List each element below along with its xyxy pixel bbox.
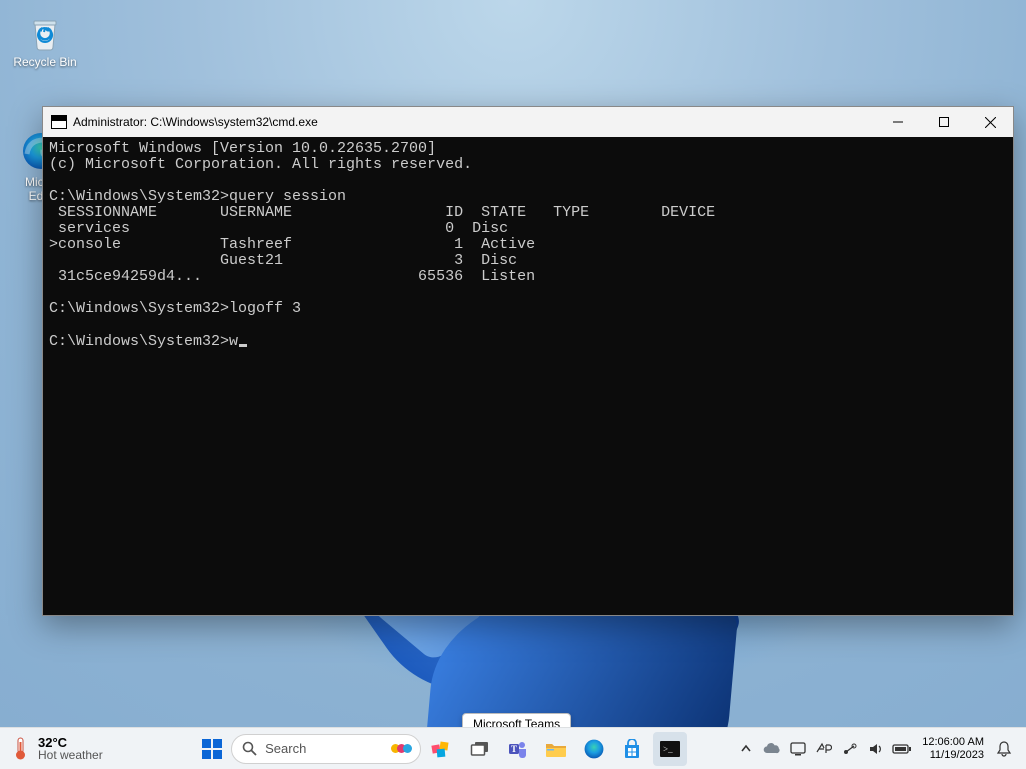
minimize-button[interactable] (875, 107, 921, 137)
volume-icon[interactable] (864, 734, 888, 764)
svg-text:T: T (511, 744, 517, 754)
search-decor-icon (391, 744, 412, 753)
terminal-cursor (239, 344, 247, 347)
taskbar-app-freeform[interactable] (425, 732, 459, 766)
cmd-taskbar-button[interactable]: >_ (653, 732, 687, 766)
store-icon (622, 739, 642, 759)
weather-desc: Hot weather (38, 749, 103, 761)
search-placeholder: Search (265, 741, 306, 756)
store-button[interactable] (615, 732, 649, 766)
maximize-button[interactable] (921, 107, 967, 137)
notifications-button[interactable] (992, 734, 1016, 764)
language-icon[interactable] (812, 734, 836, 764)
taskbar: 32°C Hot weather Search (0, 727, 1026, 769)
titlebar[interactable]: Administrator: C:\Windows\system32\cmd.e… (43, 107, 1013, 137)
cmd-window[interactable]: Administrator: C:\Windows\system32\cmd.e… (42, 106, 1014, 616)
recycle-bin-label: Recycle Bin (8, 55, 82, 69)
terminal-icon: >_ (660, 741, 680, 757)
windows-logo-icon (201, 738, 223, 760)
edge-taskbar-button[interactable] (577, 732, 611, 766)
task-view-icon (470, 740, 490, 758)
tray-overflow-button[interactable] (734, 734, 758, 764)
tray-app-icon[interactable] (786, 734, 810, 764)
taskbar-clock[interactable]: 12:06:00 AM 11/19/2023 (916, 736, 990, 761)
teams-icon: T (507, 739, 529, 759)
close-button[interactable] (967, 107, 1013, 137)
folder-icon (545, 740, 567, 758)
term-line: Microsoft Windows [Version 10.0.22635.27… (49, 140, 436, 157)
network-icon[interactable] (838, 734, 862, 764)
term-line: >console Tashreef 1 Active (49, 236, 535, 253)
thermometer-icon (10, 736, 32, 762)
teams-button[interactable]: T (501, 732, 535, 766)
clock-date: 11/19/2023 (922, 749, 984, 762)
file-explorer-button[interactable] (539, 732, 573, 766)
taskbar-center: Search T (150, 732, 734, 766)
system-tray: 12:06:00 AM 11/19/2023 (734, 734, 1026, 764)
term-line: SESSIONNAME USERNAME ID STATE TYPE DEVIC… (49, 204, 715, 221)
onedrive-icon[interactable] (760, 734, 784, 764)
clock-time: 12:06:00 AM (922, 736, 984, 749)
cmd-icon (51, 115, 67, 129)
search-icon (242, 741, 257, 756)
recycle-bin-icon (24, 10, 66, 52)
term-line: Guest21 3 Disc (49, 252, 517, 269)
term-line: C:\Windows\System32>logoff 3 (49, 300, 301, 317)
svg-text:>_: >_ (663, 744, 673, 754)
term-line: C:\Windows\System32>query session (49, 188, 346, 205)
task-view-button[interactable] (463, 732, 497, 766)
terminal-body[interactable]: Microsoft Windows [Version 10.0.22635.27… (43, 137, 1013, 615)
term-line: services 0 Disc (49, 220, 508, 237)
weather-widget[interactable]: 32°C Hot weather (0, 736, 150, 762)
taskbar-search[interactable]: Search (231, 734, 421, 764)
recycle-bin[interactable]: Recycle Bin (8, 10, 82, 69)
battery-icon[interactable] (890, 734, 914, 764)
colored-squares-icon (431, 739, 453, 759)
start-button[interactable] (197, 734, 227, 764)
term-line: 31c5ce94259d4... 65536 Listen (49, 268, 535, 285)
term-prompt: C:\Windows\System32>w (49, 333, 238, 350)
edge-icon (583, 738, 605, 760)
term-line: (c) Microsoft Corporation. All rights re… (49, 156, 472, 173)
window-title: Administrator: C:\Windows\system32\cmd.e… (73, 115, 875, 129)
